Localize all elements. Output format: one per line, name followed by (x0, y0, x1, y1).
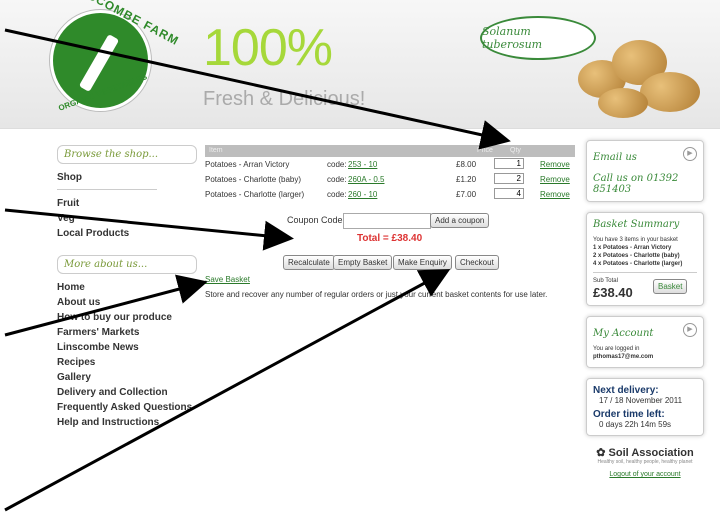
arrow-to-qty (4, 28, 511, 150)
arrow-to-checkout (4, 269, 451, 512)
arrow-to-total (4, 208, 294, 251)
arrow-to-save (4, 274, 208, 337)
annotation-arrows (4, 28, 511, 512)
